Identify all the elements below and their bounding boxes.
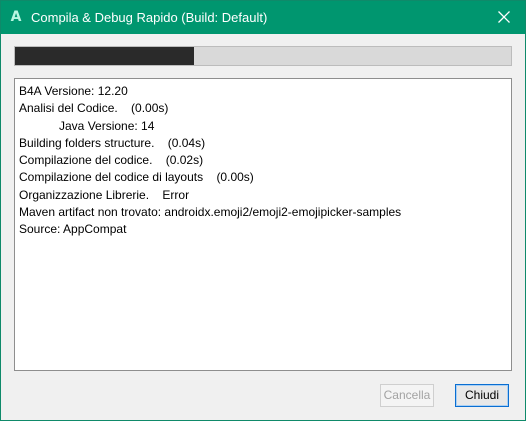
progress-bar [14, 46, 512, 66]
cancel-button[interactable]: Cancella [380, 384, 434, 407]
log-line: Analisi del Codice. (0.00s) [19, 101, 169, 116]
close-window-button[interactable] [489, 3, 519, 31]
build-log[interactable]: B4A Versione: 12.20 Analisi del Codice. (… [14, 78, 512, 371]
title-bar[interactable]: A Compila & Debug Rapido (Build: Default… [1, 1, 525, 34]
close-icon [498, 11, 510, 23]
window-title: Compila & Debug Rapido (Build: Default) [31, 10, 268, 25]
log-line: Organizzazione Librerie. Error [19, 187, 190, 202]
log-line: Source: AppCompat [19, 222, 127, 237]
dialog-window: A Compila & Debug Rapido (Build: Default… [0, 0, 526, 421]
log-line: Maven artifact non trovato: androidx.emo… [19, 205, 402, 220]
log-line: Compilazione del codice di layouts (0.00… [19, 170, 254, 185]
log-line: Java Versione: 14 [19, 118, 155, 133]
close-button[interactable]: Chiudi [455, 384, 509, 407]
progress-bar-fill [15, 47, 194, 65]
log-line: Compilazione del codice. (0.02s) [19, 153, 204, 168]
log-line: B4A Versione: 12.20 [19, 84, 128, 98]
log-line: Building folders structure. (0.04s) [19, 135, 206, 150]
b4a-app-icon: A [10, 9, 22, 25]
